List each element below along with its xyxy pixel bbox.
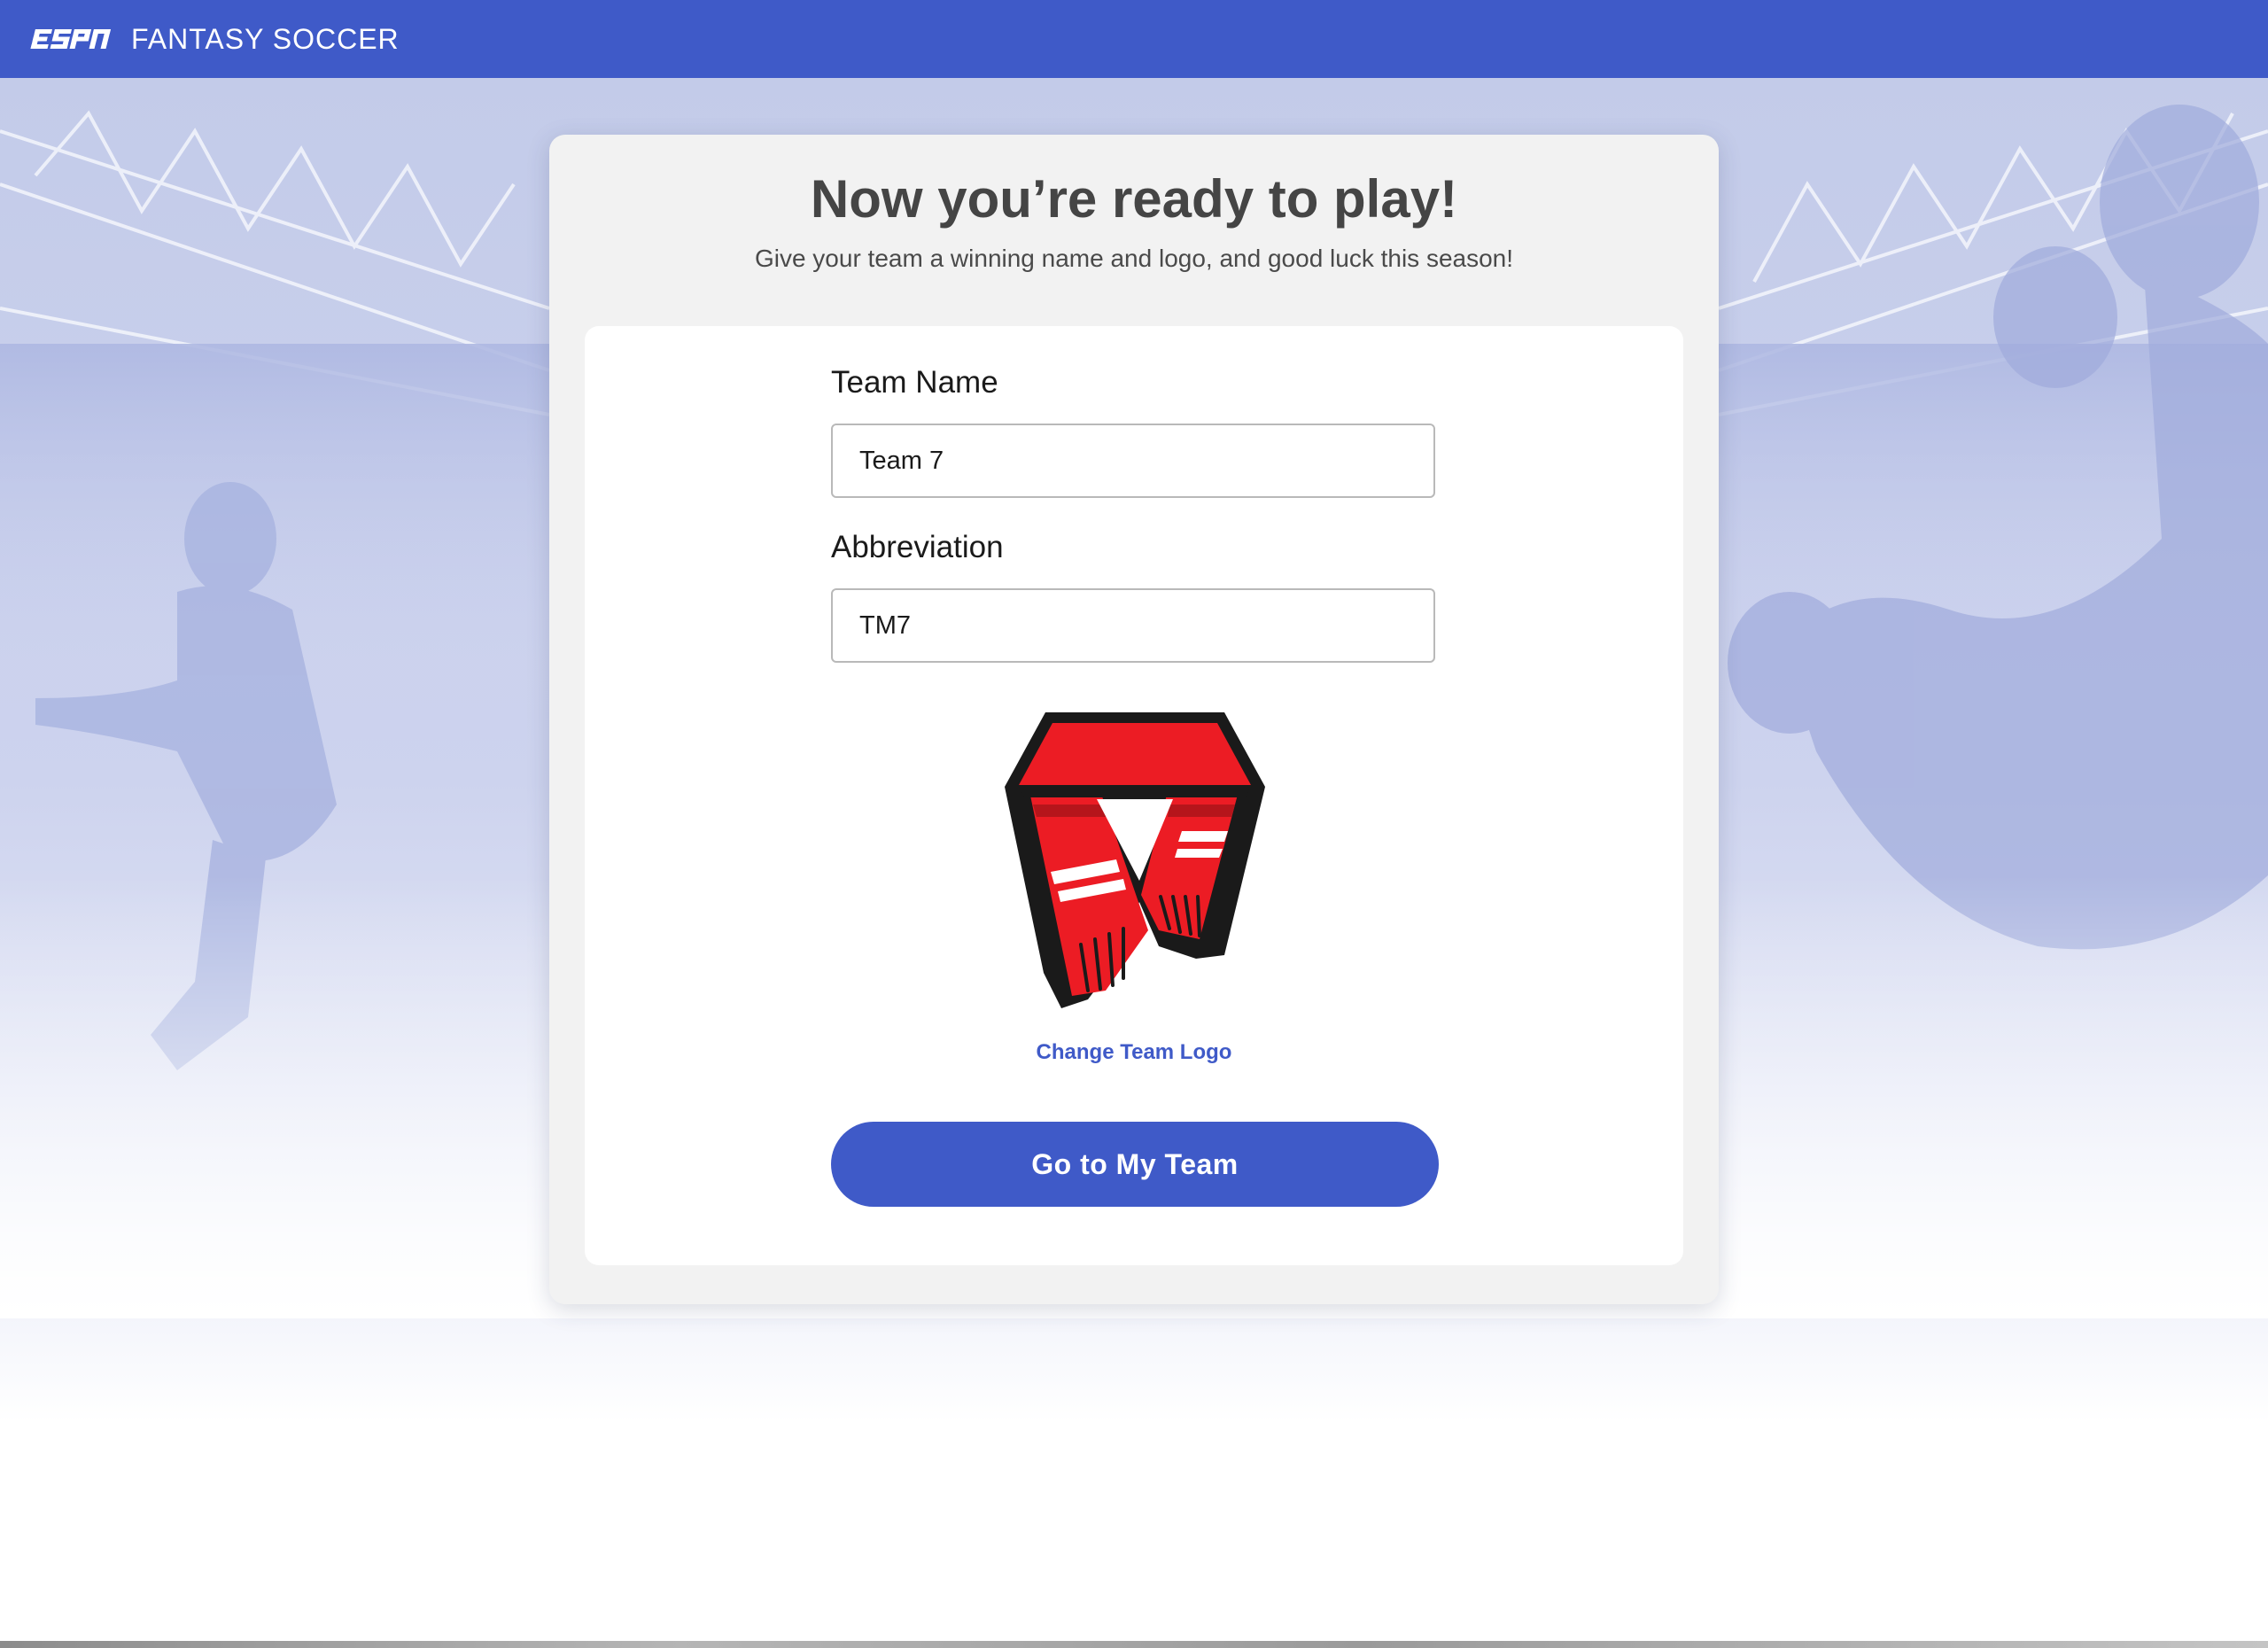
top-nav-bar: FANTASY SOCCER xyxy=(0,0,2268,78)
espn-logo-icon xyxy=(30,29,112,49)
go-to-my-team-button[interactable]: Go to My Team xyxy=(831,1122,1439,1207)
team-setup-form: Team Name Abbreviation xyxy=(585,326,1683,1265)
product-name: FANTASY SOCCER xyxy=(131,22,400,55)
team-name-label: Team Name xyxy=(831,365,998,400)
site-logo[interactable]: FANTASY SOCCER xyxy=(28,23,400,56)
team-name-input[interactable] xyxy=(831,424,1435,498)
team-setup-card: Now you’re ready to play! Give your team… xyxy=(549,135,1719,1304)
change-team-logo-link[interactable]: Change Team Logo xyxy=(585,1040,1683,1065)
card-title: Now you’re ready to play! xyxy=(810,169,1458,229)
scarf-icon xyxy=(1005,712,1265,1008)
abbreviation-label: Abbreviation xyxy=(831,530,1004,564)
abbreviation-input[interactable] xyxy=(831,588,1435,663)
card-subtitle: Give your team a winning name and logo, … xyxy=(754,245,1514,272)
bottom-edge xyxy=(0,1641,2268,1648)
